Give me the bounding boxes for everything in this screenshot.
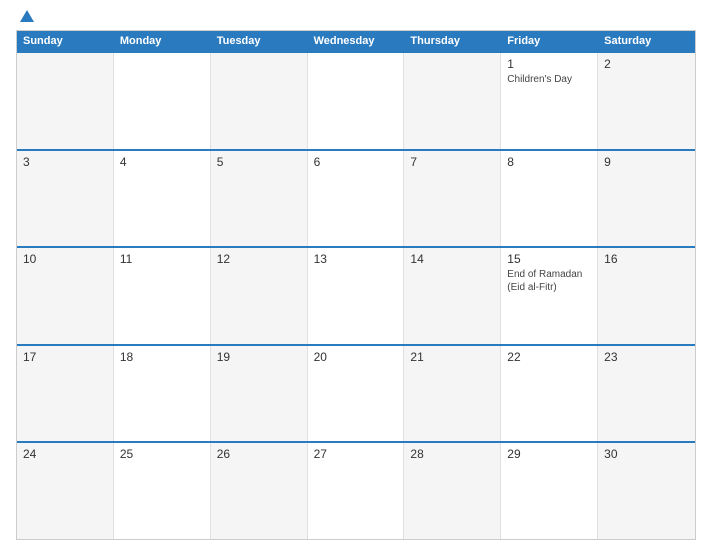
calendar-cell — [308, 53, 405, 149]
day-number: 29 — [507, 447, 591, 461]
calendar-cell: 19 — [211, 346, 308, 442]
calendar-cell: 7 — [404, 151, 501, 247]
calendar-cell: 4 — [114, 151, 211, 247]
day-number: 8 — [507, 155, 591, 169]
calendar-cell: 25 — [114, 443, 211, 539]
calendar-week: 10 11 12 13 14 15 End of Ramadan (Eid al-Fitr)… — [17, 246, 695, 344]
calendar-body: 1Children's Day23456789101112131415End o… — [17, 51, 695, 539]
calendar-cell — [404, 53, 501, 149]
day-number: 26 — [217, 447, 301, 461]
calendar-cell: 13 — [308, 248, 405, 344]
calendar-cell: 10 — [17, 248, 114, 344]
calendar-cell: 20 — [308, 346, 405, 442]
calendar-cell: 2 — [598, 53, 695, 149]
calendar-week: 17 18 19 20 21 22 23 — [17, 344, 695, 442]
calendar-week: 1 Children's Day 2 — [17, 51, 695, 149]
day-number: 12 — [217, 252, 301, 266]
day-number: 2 — [604, 57, 689, 71]
holiday-label: Children's Day — [507, 73, 591, 86]
day-number: 24 — [23, 447, 107, 461]
logo — [16, 10, 34, 22]
day-number: 3 — [23, 155, 107, 169]
calendar-cell: 12 — [211, 248, 308, 344]
calendar-cell: 11 — [114, 248, 211, 344]
day-number: 27 — [314, 447, 398, 461]
calendar-cell: 28 — [404, 443, 501, 539]
day-of-week-header: Tuesday — [211, 31, 308, 51]
calendar-cell: 30 — [598, 443, 695, 539]
calendar-cell: 9 — [598, 151, 695, 247]
day-number: 22 — [507, 350, 591, 364]
day-of-week-header: Friday — [501, 31, 598, 51]
day-number: 16 — [604, 252, 689, 266]
calendar-cell — [114, 53, 211, 149]
day-of-week-header: Thursday — [404, 31, 501, 51]
day-number: 23 — [604, 350, 689, 364]
calendar-cell: 22 — [501, 346, 598, 442]
holiday-label: End of Ramadan (Eid al-Fitr) — [507, 268, 591, 294]
logo-blue-row — [16, 10, 34, 22]
calendar-cell: 15 End of Ramadan (Eid al-Fitr) — [501, 248, 598, 344]
calendar-cell: 21 — [404, 346, 501, 442]
day-number: 9 — [604, 155, 689, 169]
day-of-week-header: Saturday — [598, 31, 695, 51]
calendar-cell: 24 — [17, 443, 114, 539]
calendar-cell: 23 — [598, 346, 695, 442]
day-number: 4 — [120, 155, 204, 169]
day-number: 28 — [410, 447, 494, 461]
calendar-header: SundayMondayTuesdayWednesdayThursdayFrid… — [17, 31, 695, 51]
day-number: 6 — [314, 155, 398, 169]
calendar-cell: 3 — [17, 151, 114, 247]
calendar-cell: 1 Children's Day — [501, 53, 598, 149]
day-number: 17 — [23, 350, 107, 364]
calendar-cell: 26 — [211, 443, 308, 539]
header — [16, 10, 696, 22]
calendar-cell: 16 — [598, 248, 695, 344]
calendar-cell — [17, 53, 114, 149]
day-number: 25 — [120, 447, 204, 461]
day-number: 13 — [314, 252, 398, 266]
day-of-week-header: Sunday — [17, 31, 114, 51]
day-number: 1 — [507, 57, 591, 71]
day-number: 30 — [604, 447, 689, 461]
day-number: 18 — [120, 350, 204, 364]
calendar-cell: 29 — [501, 443, 598, 539]
calendar-week: 24 25 26 27 28 29 30 — [17, 441, 695, 539]
calendar-cell: 17 — [17, 346, 114, 442]
calendar-cell: 8 — [501, 151, 598, 247]
day-number: 21 — [410, 350, 494, 364]
logo-triangle-icon — [20, 10, 34, 22]
day-number: 20 — [314, 350, 398, 364]
calendar-cell — [211, 53, 308, 149]
day-number: 10 — [23, 252, 107, 266]
calendar-cell: 14 — [404, 248, 501, 344]
day-number: 15 — [507, 252, 591, 266]
calendar-week: 3456789 — [17, 149, 695, 247]
day-number: 11 — [120, 252, 204, 266]
calendar-cell: 18 — [114, 346, 211, 442]
day-number: 19 — [217, 350, 301, 364]
calendar-cell: 5 — [211, 151, 308, 247]
calendar: SundayMondayTuesdayWednesdayThursdayFrid… — [16, 30, 696, 540]
day-of-week-header: Monday — [114, 31, 211, 51]
day-number: 14 — [410, 252, 494, 266]
page: SundayMondayTuesdayWednesdayThursdayFrid… — [0, 0, 712, 550]
calendar-cell: 27 — [308, 443, 405, 539]
day-of-week-header: Wednesday — [308, 31, 405, 51]
day-number: 5 — [217, 155, 301, 169]
calendar-cell: 6 — [308, 151, 405, 247]
day-number: 7 — [410, 155, 494, 169]
